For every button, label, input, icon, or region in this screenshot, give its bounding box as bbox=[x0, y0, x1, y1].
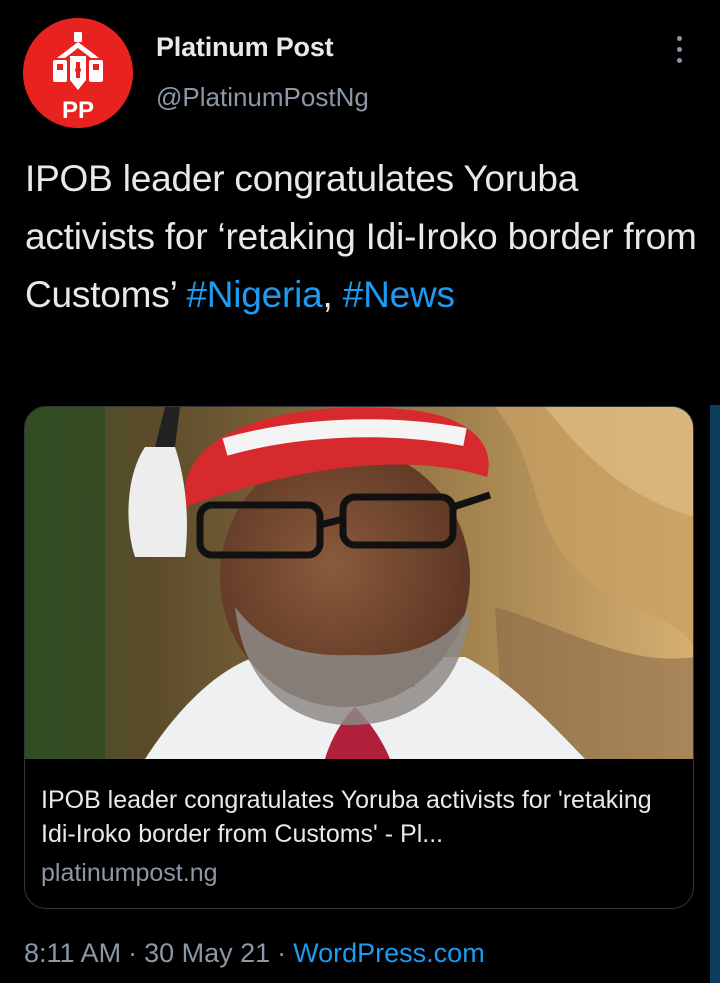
card-title[interactable]: IPOB leader congratulates Yoruba activis… bbox=[41, 783, 681, 851]
tweet-text: IPOB leader congratulates Yoruba activis… bbox=[25, 150, 705, 324]
hashtag-nigeria[interactable]: #Nigeria bbox=[186, 274, 322, 315]
platinum-post-logo-icon: PP bbox=[23, 18, 133, 128]
hashtag-news[interactable]: #News bbox=[343, 274, 455, 315]
display-name[interactable]: Platinum Post bbox=[156, 32, 334, 63]
tweet-source-link[interactable]: WordPress.com bbox=[293, 938, 485, 968]
tweet-time[interactable]: 8:11 AM bbox=[24, 938, 121, 968]
tweet-meta: 8:11 AM · 30 May 21 · WordPress.com bbox=[24, 938, 485, 969]
meta-separator: · bbox=[128, 938, 138, 968]
user-handle[interactable]: @PlatinumPostNg bbox=[156, 82, 369, 113]
scroll-indicator bbox=[710, 405, 720, 983]
meta-separator: · bbox=[277, 938, 287, 968]
portrait-photo bbox=[25, 407, 693, 759]
avatar-text: PP bbox=[62, 97, 94, 124]
more-vertical-icon[interactable] bbox=[664, 30, 696, 70]
card-image[interactable] bbox=[25, 407, 693, 759]
tweet-date[interactable]: 30 May 21 bbox=[144, 938, 270, 968]
avatar[interactable]: PP bbox=[23, 18, 133, 128]
link-card[interactable]: IPOB leader congratulates Yoruba activis… bbox=[24, 406, 694, 909]
card-domain: platinumpost.ng bbox=[41, 859, 218, 888]
tweet: PP Platinum Post @PlatinumPostNg IPOB le… bbox=[0, 0, 720, 983]
card-domain-text: platinumpost.ng bbox=[41, 859, 218, 887]
hashtag-separator: , bbox=[322, 274, 343, 315]
